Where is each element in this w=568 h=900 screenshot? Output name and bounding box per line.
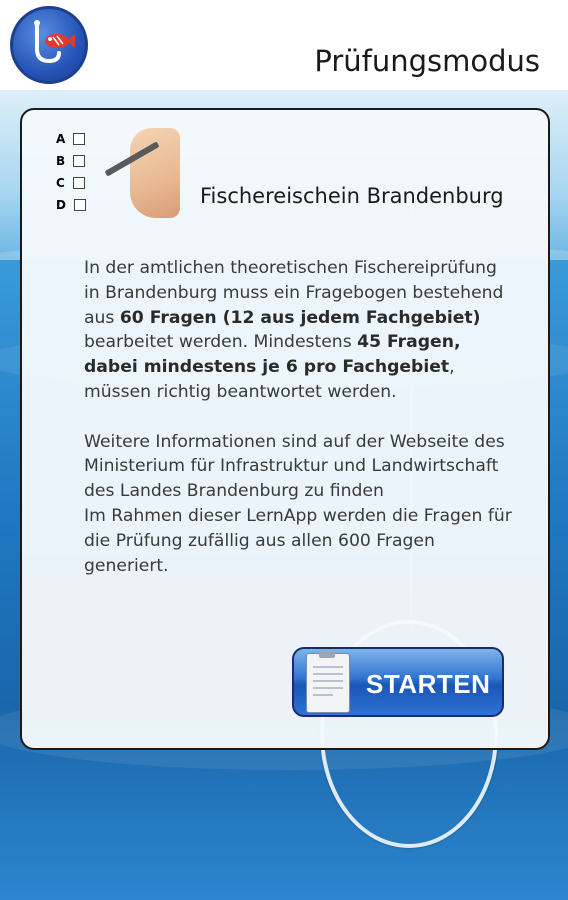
logo-graphic [34, 20, 75, 64]
option-letter: D [56, 198, 66, 212]
clipboard-clip [319, 651, 335, 658]
checklist-with-pencil-icon: A B C D [56, 128, 180, 218]
checklist-option: D [56, 198, 86, 212]
clipboard-document-icon [306, 651, 350, 713]
text-span: bearbeitet werden. Mindestens [84, 332, 358, 353]
option-letter: C [56, 176, 65, 190]
page-title: Prüfungsmodus [314, 44, 540, 78]
doc-line [313, 680, 343, 682]
option-letter: A [56, 132, 66, 146]
app-header: Prüfungsmodus [0, 0, 568, 90]
info-card: A B C D Fischereischein Brandenburg In d… [20, 108, 550, 750]
card-heading: Fischereischein Brandenburg [200, 184, 504, 208]
app-info-paragraph: Im Rahmen dieser LernApp werden die Frag… [84, 505, 512, 576]
start-button-label: STARTEN [366, 669, 491, 699]
exam-description: In der amtlichen theoretischen Fischerei… [84, 256, 514, 578]
fishing-hook-fish-logo-icon[interactable] [10, 6, 88, 84]
bold-text: 60 Fragen (12 aus jedem Fachgebiet) [119, 307, 481, 328]
more-info-paragraph: Weitere Informationen sind auf der Webse… [84, 431, 505, 502]
checkbox-icon [72, 177, 85, 189]
checkbox-icon [73, 155, 86, 167]
start-button[interactable]: STARTEN [292, 647, 504, 717]
doc-line [313, 694, 333, 696]
checklist-option: C [56, 176, 85, 190]
checkbox-icon [73, 133, 86, 145]
doc-line [313, 666, 343, 668]
checkbox-icon [73, 199, 86, 211]
exam-rules-paragraph: In der amtlichen theoretischen Fischerei… [84, 256, 514, 405]
checklist-option: A [56, 132, 86, 146]
checklist-option: B [56, 154, 86, 168]
option-letter: B [56, 154, 66, 168]
doc-line [313, 687, 343, 689]
doc-line [313, 673, 343, 675]
